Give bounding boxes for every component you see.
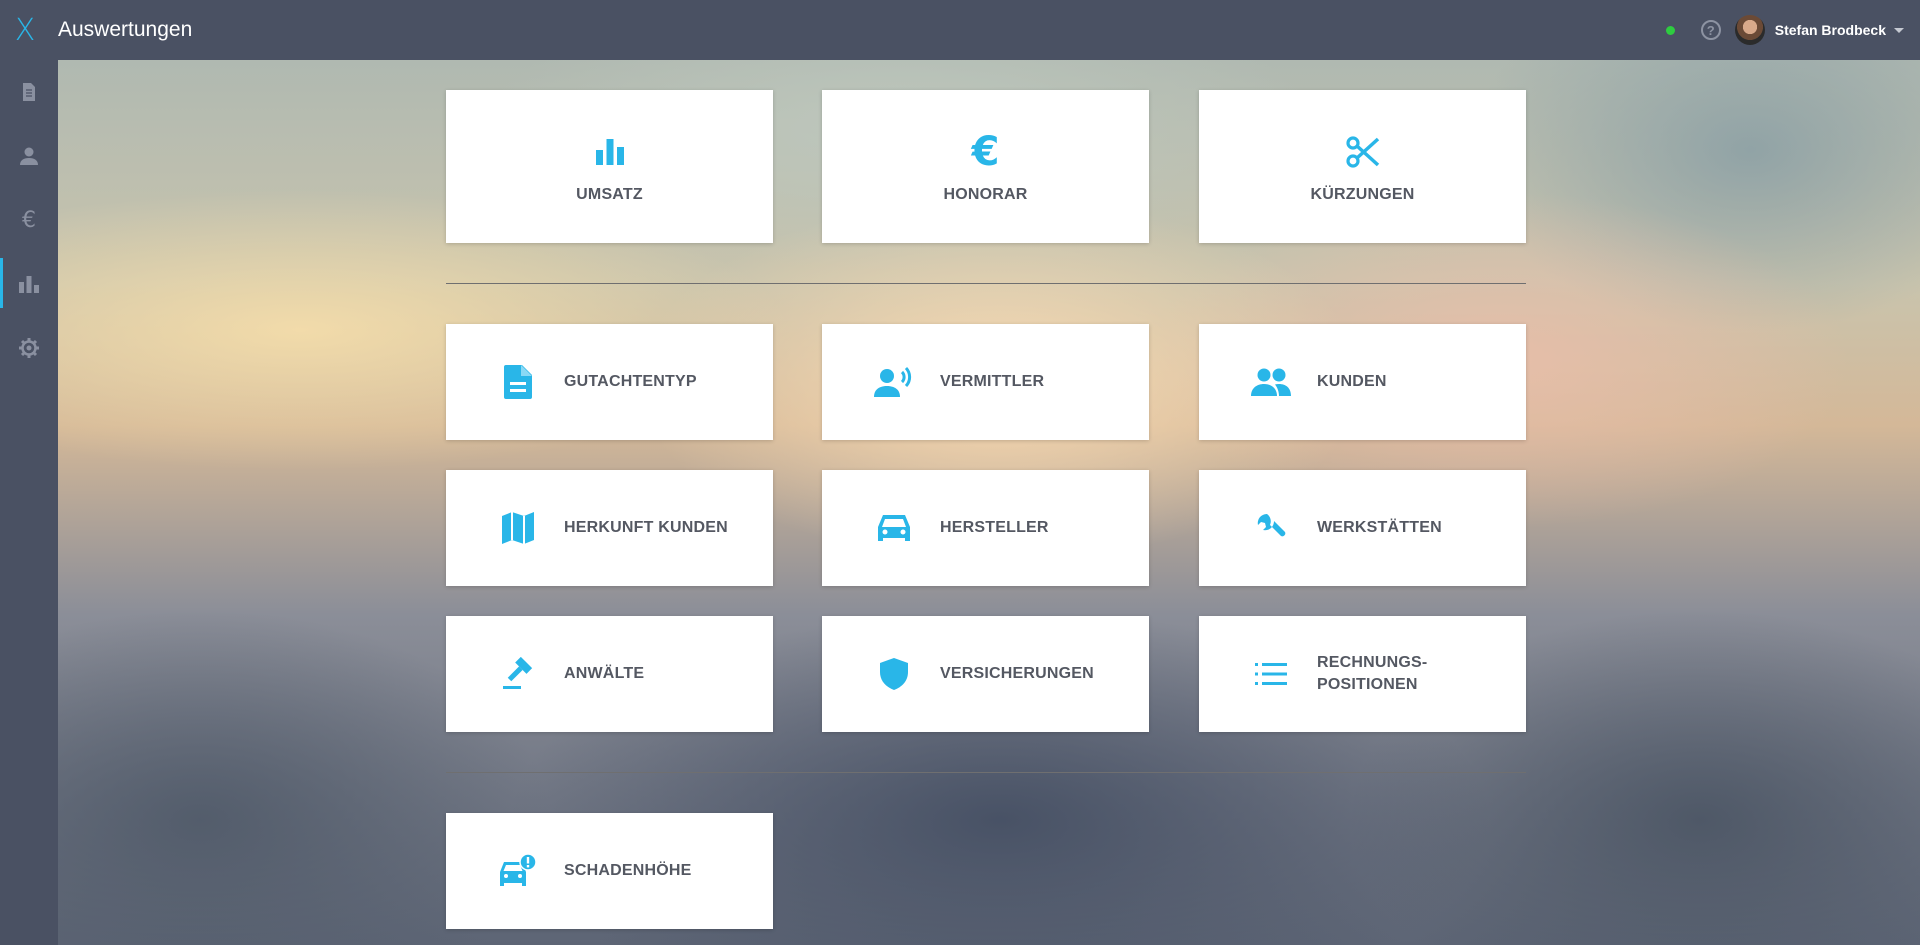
sidebar: €: [0, 60, 58, 945]
tile-hersteller[interactable]: HERSTELLER: [822, 470, 1149, 586]
tile-umsatz[interactable]: UMSATZ: [446, 90, 773, 243]
sidebar-item-settings[interactable]: [0, 316, 58, 380]
document-icon: [23, 83, 35, 101]
tile-herkunft-kunden[interactable]: HERKUNFT KUNDEN: [446, 470, 773, 586]
online-status-indicator: [1665, 25, 1675, 35]
app-logo[interactable]: X: [0, 0, 50, 60]
scissors-icon: [1345, 135, 1379, 168]
gear-icon: [19, 338, 39, 358]
tile-label: GUTACHTENTYP: [564, 373, 697, 390]
tile-label: WERKSTÄTTEN: [1317, 519, 1442, 536]
map-icon: [502, 512, 534, 544]
bar-chart-icon: [595, 138, 624, 165]
page-title: Auswertungen: [58, 18, 193, 41]
tile-rechnungs-positionen[interactable]: RECHNUNGS- POSITIONEN: [1199, 616, 1526, 732]
sidebar-item-documents[interactable]: [0, 60, 58, 124]
user-name[interactable]: Stefan Brodbeck: [1775, 22, 1886, 38]
tile-werkstaetten[interactable]: WERKSTÄTTEN: [1199, 470, 1526, 586]
tile-label: HERKUNFT KUNDEN: [564, 519, 728, 536]
sidebar-item-reports[interactable]: [0, 252, 58, 316]
tile-schadenhoehe[interactable]: SCHADENHÖHE: [446, 813, 773, 929]
tile-label-line: POSITIONEN: [1317, 676, 1418, 693]
tile-label-line: RECHNUNGS-: [1317, 654, 1428, 671]
tile-vermittler[interactable]: VERMITTLER: [822, 324, 1149, 440]
tile-gutachtentyp[interactable]: GUTACHTENTYP: [446, 324, 773, 440]
sidebar-item-customers[interactable]: [0, 124, 58, 188]
tile-label: SCHADENHÖHE: [564, 862, 692, 879]
section-divider: [446, 772, 1526, 773]
tile-label: KÜRZUNGEN: [1310, 185, 1415, 203]
sidebar-item-finance[interactable]: €: [0, 188, 58, 252]
avatar[interactable]: [1734, 15, 1765, 45]
people-icon: [1251, 368, 1291, 396]
bar-chart-icon: [19, 276, 39, 293]
wrench-icon: [1257, 513, 1286, 537]
tile-label: ANWÄLTE: [564, 665, 645, 682]
car-icon: [878, 515, 910, 541]
tile-label: HONORAR: [943, 185, 1028, 203]
tile-kuerzungen[interactable]: KÜRZUNGEN: [1199, 90, 1526, 243]
chevron-down-icon[interactable]: [1894, 27, 1904, 33]
tile-honorar[interactable]: € HONORAR: [822, 90, 1149, 243]
tile-versicherungen[interactable]: VERSICHERUNGEN: [822, 616, 1149, 732]
tile-label: VERSICHERUNGEN: [940, 665, 1094, 682]
reports-dashboard: UMSATZ € HONORAR KÜRZUNGEN GUTACHTENTYP …: [58, 60, 1920, 945]
document-icon: [504, 365, 532, 399]
tile-label: VERMITTLER: [940, 373, 1045, 390]
euro-icon: €: [971, 128, 1000, 175]
top-bar: X Auswertungen ? Stefan Brodbeck: [0, 0, 1920, 60]
tile-label: UMSATZ: [576, 185, 643, 203]
person-voice-icon: [874, 366, 912, 397]
tile-label: RECHNUNGS- POSITIONEN: [1317, 652, 1427, 696]
shield-icon: [880, 658, 908, 690]
euro-icon: €: [22, 207, 36, 233]
person-icon: [20, 147, 38, 165]
gavel-icon: [503, 657, 533, 689]
car-alert-icon: [500, 854, 536, 886]
help-icon[interactable]: ?: [1700, 20, 1721, 40]
user-area: ? Stefan Brodbeck: [1665, 0, 1904, 60]
tile-label: HERSTELLER: [940, 519, 1049, 536]
tile-anwaelte[interactable]: ANWÄLTE: [446, 616, 773, 732]
tile-kunden[interactable]: KUNDEN: [1199, 324, 1526, 440]
tile-label: KUNDEN: [1317, 373, 1387, 390]
list-icon: [1255, 663, 1287, 685]
section-divider: [446, 283, 1526, 284]
